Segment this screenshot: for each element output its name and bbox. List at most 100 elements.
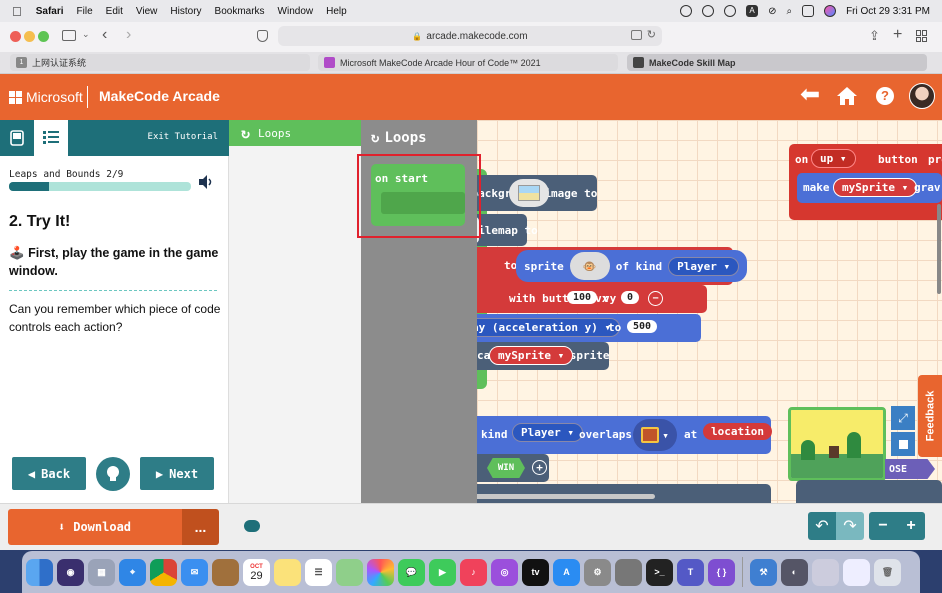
- menu-window[interactable]: Window: [278, 6, 314, 17]
- finder-icon[interactable]: [26, 558, 53, 586]
- maps-icon[interactable]: [336, 558, 363, 586]
- sprite-image-icon[interactable]: 🐵: [569, 252, 610, 280]
- tab-overview-icon[interactable]: [916, 30, 928, 42]
- game-over-block[interactable]: WIN +: [477, 454, 549, 482]
- exit-tutorial-link[interactable]: Exit Tutorial: [148, 132, 218, 142]
- input-source-icon[interactable]: A: [746, 5, 759, 17]
- app-store-icon[interactable]: A: [553, 558, 580, 586]
- horizontal-scrollbar[interactable]: [477, 494, 655, 499]
- forward-arrow-icon[interactable]: ›: [126, 26, 131, 44]
- sprite-create-block[interactable]: sprite 🐵 of kind Player ▾: [516, 250, 748, 282]
- menu-view[interactable]: View: [136, 6, 158, 17]
- siri-icon[interactable]: ◉: [57, 558, 84, 586]
- notes-icon[interactable]: [274, 558, 301, 586]
- on-overlap-block[interactable]: kind Player ▾ overlaps ▾ at location: [477, 416, 772, 454]
- reload-icon[interactable]: ↻: [647, 28, 656, 41]
- mail-icon[interactable]: ✉: [181, 558, 208, 586]
- privacy-shield-icon[interactable]: [257, 30, 268, 42]
- feedback-tab[interactable]: Feedback: [918, 375, 942, 457]
- make-gravity-block[interactable]: make mySprite ▾ grav: [797, 173, 942, 203]
- vpn-icon[interactable]: [724, 5, 737, 17]
- move-with-buttons-block[interactable]: ▾ with buttons vx 100 vy 0 −: [477, 285, 707, 313]
- camera-var-dropdown[interactable]: mySprite ▾: [489, 346, 574, 365]
- chrome-icon[interactable]: [150, 558, 177, 586]
- tab-hour-of-code[interactable]: Microsoft MakeCode Arcade Hour of Code™ …: [318, 54, 618, 71]
- set-background-block[interactable]: set background image to: [477, 175, 597, 211]
- preview-icon[interactable]: [812, 558, 839, 586]
- siri-icon[interactable]: [824, 5, 837, 17]
- contacts-icon[interactable]: [212, 558, 239, 586]
- status-icon[interactable]: [680, 5, 693, 17]
- safari-icon[interactable]: ⌖: [119, 558, 146, 586]
- more-options-button[interactable]: ...: [182, 509, 219, 545]
- xcode-icon[interactable]: ⚒: [750, 558, 777, 586]
- apple-menu-icon[interactable]: : [12, 4, 22, 19]
- wifi-off-icon[interactable]: ⊘: [768, 6, 776, 17]
- system-preferences-icon[interactable]: ⚙: [584, 558, 611, 586]
- facetime-icon[interactable]: ▶: [429, 558, 456, 586]
- globe-icon[interactable]: [702, 5, 715, 17]
- menu-file[interactable]: File: [77, 6, 93, 17]
- overlap-kind-dropdown[interactable]: Player ▾: [512, 423, 583, 442]
- speaker-icon[interactable]: [198, 175, 214, 189]
- app-title[interactable]: MakeCode Arcade: [99, 88, 220, 104]
- back-arrow-icon[interactable]: ‹: [102, 26, 107, 44]
- simulator-preview[interactable]: [788, 407, 886, 481]
- simulator-tab-icon[interactable]: [0, 120, 34, 156]
- menubar-clock[interactable]: Fri Oct 29 3:31 PM: [846, 6, 930, 17]
- zoom-out-icon[interactable]: −: [869, 512, 897, 540]
- quicktime-icon[interactable]: ◐: [781, 558, 808, 586]
- vertical-scrollbar[interactable]: [937, 204, 941, 294]
- collapsed-block[interactable]: [796, 480, 942, 503]
- minimize-window-button[interactable]: [24, 31, 35, 42]
- search-icon[interactable]: ⌕: [786, 6, 792, 17]
- vy-input[interactable]: 0: [621, 291, 640, 304]
- terminal-icon[interactable]: >_: [646, 558, 673, 586]
- menu-help[interactable]: Help: [326, 6, 347, 17]
- back-arrow-icon[interactable]: ⬅: [800, 83, 820, 107]
- trash-icon[interactable]: 🗑: [874, 558, 901, 586]
- reminders-icon[interactable]: ☰: [305, 558, 332, 586]
- microsoft-label[interactable]: Microsoft: [26, 89, 83, 105]
- translate-icon[interactable]: [631, 30, 642, 40]
- control-center-icon[interactable]: [802, 5, 815, 17]
- menu-edit[interactable]: Edit: [106, 6, 123, 17]
- minus-circle-icon[interactable]: −: [648, 291, 663, 306]
- blocks-workspace[interactable]: set background image to set tilemap to ▾…: [477, 120, 942, 503]
- photos-icon[interactable]: [367, 558, 394, 586]
- help-icon[interactable]: ?: [876, 87, 894, 105]
- close-window-button[interactable]: [10, 31, 21, 42]
- location-var[interactable]: location: [703, 423, 772, 440]
- next-button[interactable]: ▶ Next: [140, 457, 214, 490]
- share-icon[interactable]: ⇪: [869, 28, 880, 44]
- set-acceleration-block[interactable]: ▾ ay (acceleration y) ▾ to 500: [477, 314, 701, 342]
- cloud-saved-icon[interactable]: [244, 520, 260, 532]
- win-toggle[interactable]: WIN: [487, 458, 525, 478]
- acceleration-input[interactable]: 500: [627, 320, 658, 333]
- camera-follow-block[interactable]: camera follow sprite mySprite ▾: [477, 342, 609, 370]
- avatar[interactable]: [909, 83, 935, 109]
- tutorial-tab-icon[interactable]: [34, 120, 68, 156]
- disk-utility-icon[interactable]: [615, 558, 642, 586]
- undo-icon[interactable]: ↶: [808, 512, 836, 540]
- zoom-in-icon[interactable]: +: [897, 512, 925, 540]
- set-sprite-block[interactable]: ▾ to sprite 🐵 of kind Player ▾: [477, 247, 748, 285]
- zoom-window-button[interactable]: [38, 31, 49, 42]
- address-bar[interactable]: 🔒 arcade.makecode.com ↻: [278, 26, 662, 46]
- download-button[interactable]: ⬇ Download: [8, 509, 182, 545]
- podcasts-icon[interactable]: ◎: [491, 558, 518, 586]
- menu-history[interactable]: History: [170, 6, 201, 17]
- image-picker[interactable]: [509, 179, 549, 207]
- music-icon[interactable]: ♪: [460, 558, 487, 586]
- home-icon[interactable]: [836, 86, 858, 106]
- apple-tv-icon[interactable]: tv: [522, 558, 549, 586]
- menu-app-name[interactable]: Safari: [36, 6, 64, 17]
- messages-icon[interactable]: 💬: [398, 558, 425, 586]
- property-dropdown[interactable]: ay (acceleration y) ▾: [477, 318, 621, 337]
- tile-picker[interactable]: ▾: [633, 419, 677, 451]
- kind-dropdown[interactable]: Player ▾: [668, 256, 740, 276]
- make-var-dropdown[interactable]: mySprite ▾: [833, 178, 918, 197]
- scripts-icon[interactable]: { }: [708, 558, 735, 586]
- sidebar-toggle-icon[interactable]: [62, 30, 76, 41]
- vx-input[interactable]: 100: [567, 291, 598, 304]
